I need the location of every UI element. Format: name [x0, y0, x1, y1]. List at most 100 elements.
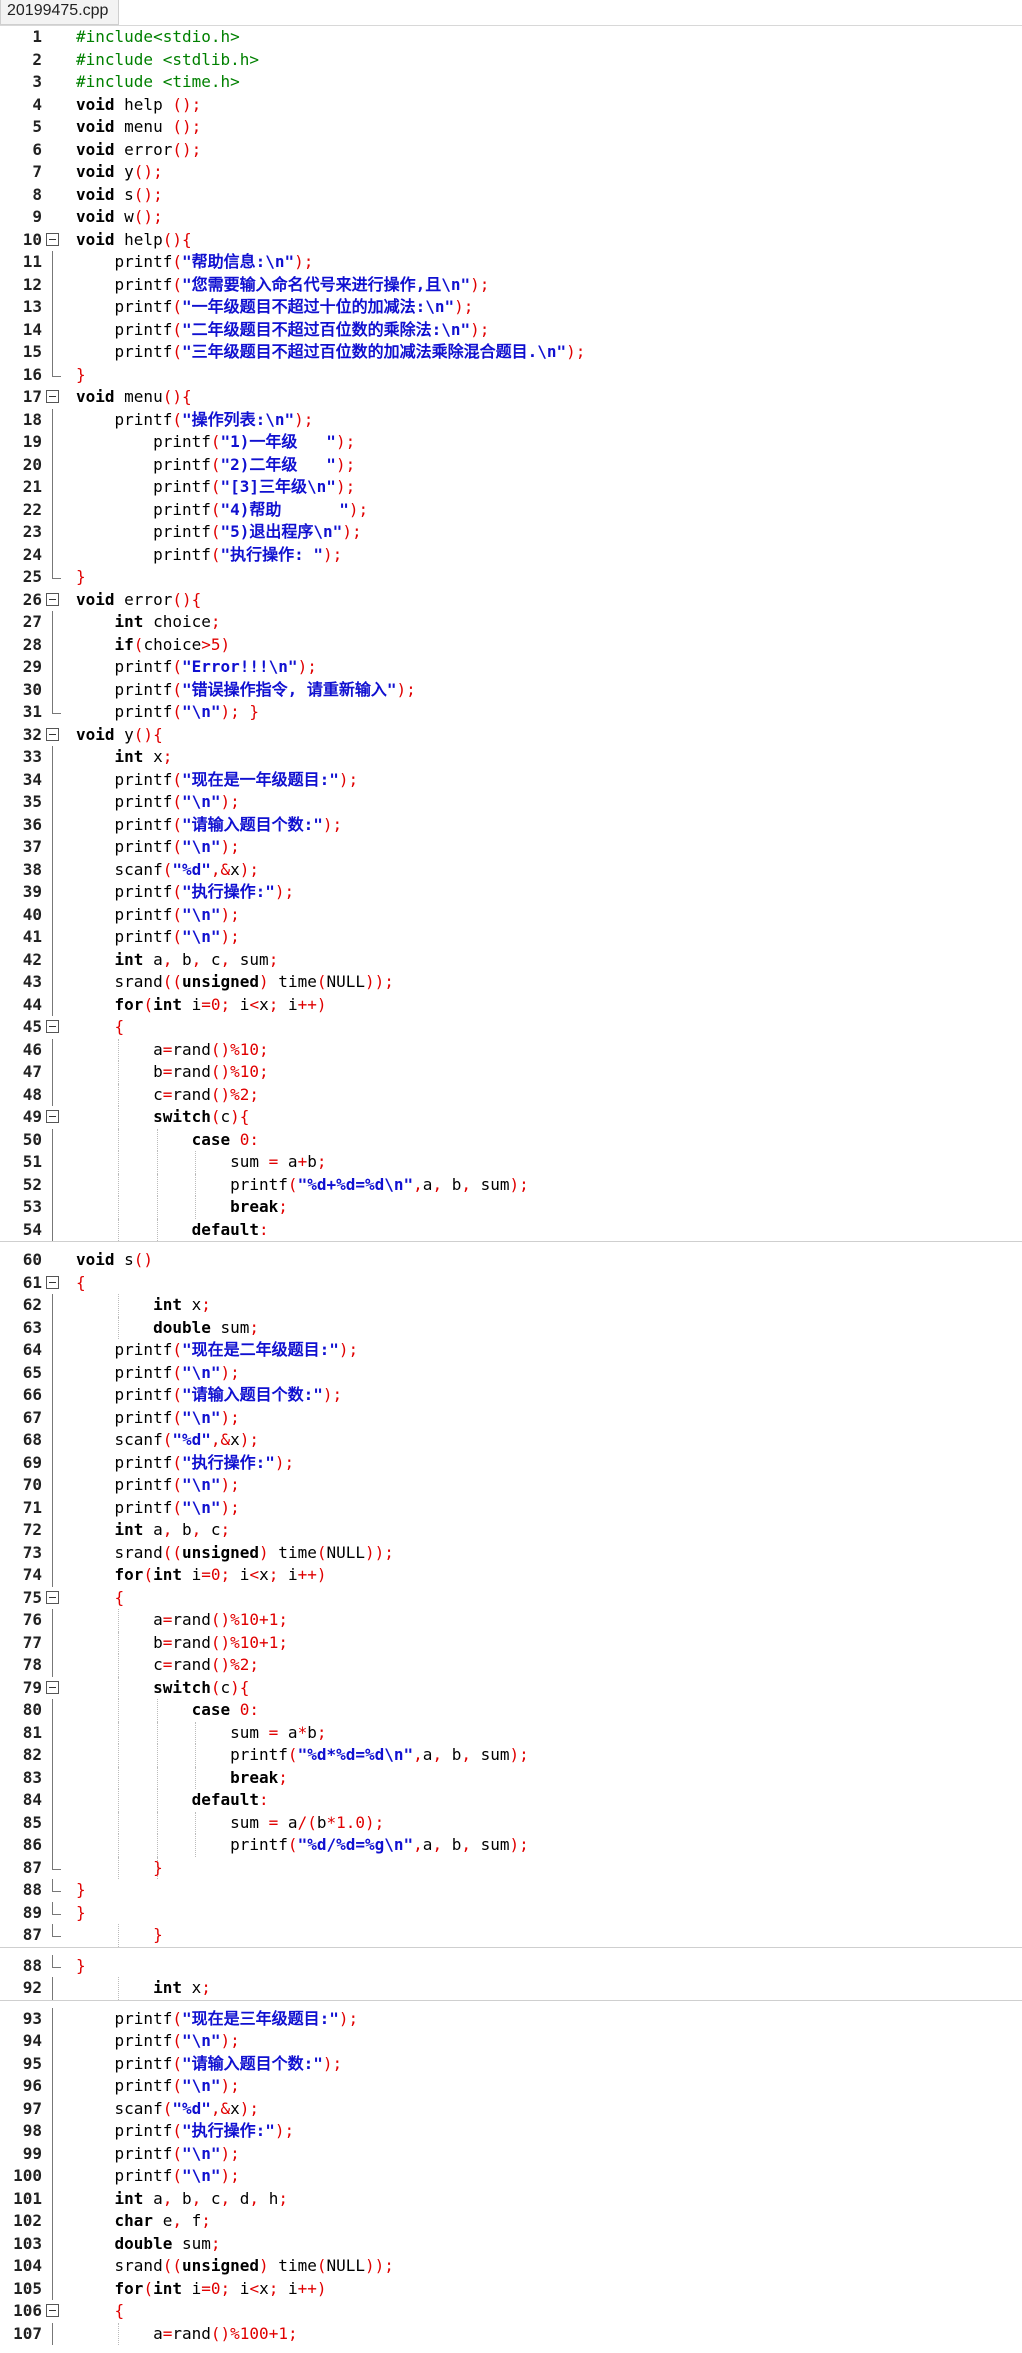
code-line[interactable]: 71 printf("\n");: [0, 1496, 1022, 1519]
code-line[interactable]: 47 b=rand()%10;: [0, 1061, 1022, 1084]
code-line[interactable]: 54 default:: [0, 1218, 1022, 1241]
code-line[interactable]: 105 for(int i=0; i<x; i++): [0, 2277, 1022, 2300]
code-line[interactable]: 10 void help(){: [0, 229, 1022, 252]
code-line[interactable]: 24 printf("执行操作: ");: [0, 543, 1022, 566]
code-line[interactable]: 76 a=rand()%10+1;: [0, 1609, 1022, 1632]
code-line[interactable]: 88}: [0, 1954, 1022, 1978]
code-line[interactable]: 28 if(choice>5): [0, 633, 1022, 656]
code-line[interactable]: 16}: [0, 363, 1022, 387]
code-line[interactable]: 52 printf("%d+%d=%d\n",a, b, sum);: [0, 1173, 1022, 1196]
code-line[interactable]: 103 double sum;: [0, 2232, 1022, 2255]
code-line[interactable]: 2 #include <stdlib.h>: [0, 49, 1022, 72]
code-line[interactable]: 81 sum = a*b;: [0, 1721, 1022, 1744]
fold-collapse-icon[interactable]: [46, 1680, 59, 1694]
code-line[interactable]: 6 void error();: [0, 139, 1022, 162]
code-line[interactable]: 94 printf("\n");: [0, 2030, 1022, 2053]
code-line[interactable]: 33 int x;: [0, 746, 1022, 769]
code-line[interactable]: 48 c=rand()%2;: [0, 1083, 1022, 1106]
fold-collapse-icon[interactable]: [46, 390, 59, 403]
code-line[interactable]: 49 switch(c){: [0, 1106, 1022, 1129]
code-line[interactable]: 95 printf("请输入题目个数:");: [0, 2052, 1022, 2075]
code-line[interactable]: 75 {: [0, 1587, 1022, 1610]
code-line[interactable]: 106 {: [0, 2300, 1022, 2323]
code-line[interactable]: 72 int a, b, c;: [0, 1519, 1022, 1542]
code-line[interactable]: 80 case 0:: [0, 1699, 1022, 1722]
code-line[interactable]: 89}: [0, 1901, 1022, 1925]
code-line[interactable]: 84 default:: [0, 1789, 1022, 1812]
fold-collapse-icon[interactable]: [46, 1590, 59, 1604]
code-line[interactable]: 107 a=rand()%100+1;: [0, 2322, 1022, 2345]
code-line[interactable]: 32 void y(){: [0, 724, 1022, 747]
code-line[interactable]: 70 printf("\n");: [0, 1474, 1022, 1497]
code-line[interactable]: 79 switch(c){: [0, 1676, 1022, 1699]
code-editor[interactable]: 1 #include<stdio.h> 2 #include <stdlib.h> 3 #…: [0, 26, 1022, 2353]
code-line[interactable]: 19 printf("1)一年级 ");: [0, 431, 1022, 454]
fold-collapse-icon[interactable]: [46, 727, 59, 741]
code-line[interactable]: 74 for(int i=0; i<x; i++): [0, 1564, 1022, 1587]
code-line[interactable]: 65 printf("\n");: [0, 1361, 1022, 1384]
code-line[interactable]: 4 void help ();: [0, 94, 1022, 117]
code-line[interactable]: 87 }: [0, 1856, 1022, 1879]
code-line[interactable]: 21 printf("[3]三年级\n");: [0, 476, 1022, 499]
code-line[interactable]: 42 int a, b, c, sum;: [0, 948, 1022, 971]
code-line[interactable]: 92 int x;: [0, 1977, 1022, 2000]
fold-collapse-icon[interactable]: [46, 1110, 59, 1123]
fold-collapse-icon[interactable]: [46, 1275, 59, 1289]
code-line[interactable]: 30 printf("错误操作指令, 请重新输入");: [0, 678, 1022, 701]
code-line[interactable]: 50 case 0:: [0, 1128, 1022, 1151]
code-line[interactable]: 97 scanf("%d",&x);: [0, 2097, 1022, 2120]
code-line[interactable]: 68 scanf("%d",&x);: [0, 1429, 1022, 1452]
code-line[interactable]: 45 {: [0, 1016, 1022, 1039]
code-line[interactable]: 83 break;: [0, 1766, 1022, 1789]
fold-collapse-icon[interactable]: [46, 2304, 59, 2317]
code-line[interactable]: 69 printf("执行操作:");: [0, 1451, 1022, 1474]
code-line[interactable]: 61 {: [0, 1272, 1022, 1295]
code-line[interactable]: 64 printf("现在是二年级题目:");: [0, 1339, 1022, 1362]
fold-collapse-icon[interactable]: [46, 1020, 59, 1033]
code-line[interactable]: 102 char e, f;: [0, 2210, 1022, 2233]
code-line[interactable]: 12 printf("您需要输入命名代号来进行操作,且\n");: [0, 273, 1022, 296]
code-line[interactable]: 38 scanf("%d",&x);: [0, 858, 1022, 881]
code-line[interactable]: 31 printf("\n"); }: [0, 701, 1022, 724]
code-line[interactable]: 11 printf("帮助信息:\n");: [0, 251, 1022, 274]
code-line[interactable]: 23 printf("5)退出程序\n");: [0, 521, 1022, 544]
code-line[interactable]: 15 printf("三年级题目不超过百位数的加减法乘除混合题目.\n");: [0, 341, 1022, 364]
code-line[interactable]: 8 void s();: [0, 184, 1022, 207]
code-line[interactable]: 96 printf("\n");: [0, 2075, 1022, 2098]
code-line[interactable]: 46 a=rand()%10;: [0, 1038, 1022, 1061]
code-line[interactable]: 36 printf("请输入题目个数:");: [0, 813, 1022, 836]
code-line[interactable]: 62 int x;: [0, 1294, 1022, 1317]
code-line[interactable]: 7 void y();: [0, 161, 1022, 184]
fold-collapse-icon[interactable]: [46, 592, 59, 606]
code-line[interactable]: 37 printf("\n");: [0, 836, 1022, 859]
code-line[interactable]: 25}: [0, 566, 1022, 589]
code-line[interactable]: 14 printf("二年级题目不超过百位数的乘除法:\n");: [0, 318, 1022, 341]
code-line[interactable]: 100 printf("\n");: [0, 2165, 1022, 2188]
code-line[interactable]: 77 b=rand()%10+1;: [0, 1631, 1022, 1654]
code-line[interactable]: 1 #include<stdio.h>: [0, 26, 1022, 49]
code-line[interactable]: 82 printf("%d*%d=%d\n",a, b, sum);: [0, 1744, 1022, 1767]
code-line[interactable]: 53 break;: [0, 1196, 1022, 1219]
code-line[interactable]: 87 }: [0, 1924, 1022, 1947]
code-line[interactable]: 93 printf("现在是三年级题目:");: [0, 2007, 1022, 2030]
code-line[interactable]: 67 printf("\n");: [0, 1406, 1022, 1429]
code-line[interactable]: 73 srand((unsigned) time(NULL));: [0, 1541, 1022, 1564]
code-line[interactable]: 26 void error(){: [0, 589, 1022, 612]
code-line[interactable]: 60 void s(): [0, 1249, 1022, 1272]
code-line[interactable]: 5 void menu ();: [0, 116, 1022, 139]
code-line[interactable]: 43 srand((unsigned) time(NULL));: [0, 971, 1022, 994]
code-line[interactable]: 29 printf("Error!!!\n");: [0, 656, 1022, 679]
code-line[interactable]: 44 for(int i=0; i<x; i++): [0, 993, 1022, 1016]
code-line[interactable]: 13 printf("一年级题目不超过十位的加减法:\n");: [0, 296, 1022, 319]
file-tab[interactable]: 20199475.cpp: [0, 0, 120, 25]
code-line[interactable]: 9 void w();: [0, 206, 1022, 229]
code-line[interactable]: 27 int choice;: [0, 611, 1022, 634]
code-line[interactable]: 78 c=rand()%2;: [0, 1654, 1022, 1677]
code-line[interactable]: 18 printf("操作列表:\n");: [0, 408, 1022, 431]
code-line[interactable]: 98 printf("执行操作:");: [0, 2120, 1022, 2143]
code-line[interactable]: 3 #include <time.h>: [0, 71, 1022, 94]
code-line[interactable]: 85 sum = a/(b*1.0);: [0, 1811, 1022, 1834]
code-line[interactable]: 34 printf("现在是一年级题目:");: [0, 768, 1022, 791]
code-line[interactable]: 101 int a, b, c, d, h;: [0, 2187, 1022, 2210]
code-line[interactable]: 99 printf("\n");: [0, 2142, 1022, 2165]
